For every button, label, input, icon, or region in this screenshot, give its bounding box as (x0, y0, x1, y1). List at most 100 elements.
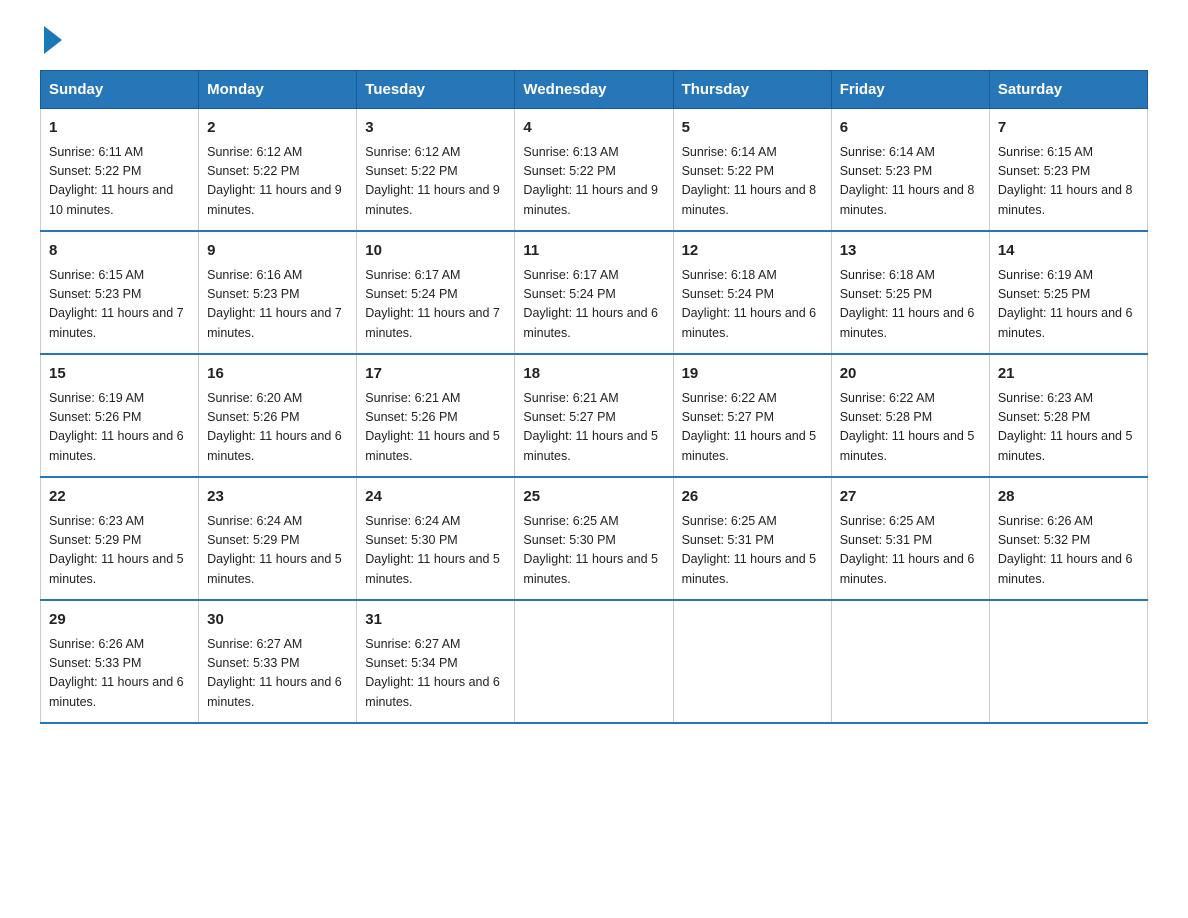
day-info: Sunrise: 6:23 AMSunset: 5:28 PMDaylight:… (998, 391, 1133, 463)
header-cell-saturday: Saturday (989, 71, 1147, 109)
day-cell: 15 Sunrise: 6:19 AMSunset: 5:26 PMDayligh… (41, 354, 199, 477)
day-cell: 4 Sunrise: 6:13 AMSunset: 5:22 PMDaylight… (515, 109, 673, 232)
day-cell: 27 Sunrise: 6:25 AMSunset: 5:31 PMDayligh… (831, 477, 989, 600)
day-number: 18 (523, 363, 664, 386)
day-number: 13 (840, 240, 981, 263)
day-cell: 2Sunrise: 6:12 AMSunset: 5:22 PMDaylight… (199, 109, 357, 232)
day-cell: 22 Sunrise: 6:23 AMSunset: 5:29 PMDayligh… (41, 477, 199, 600)
calendar-table: SundayMondayTuesdayWednesdayThursdayFrid… (40, 70, 1148, 724)
week-row-2: 8Sunrise: 6:15 AMSunset: 5:23 PMDaylight… (41, 231, 1148, 354)
day-info: Sunrise: 6:21 AMSunset: 5:27 PMDaylight:… (523, 391, 658, 463)
day-info: Sunrise: 6:27 AMSunset: 5:33 PMDaylight:… (207, 637, 342, 709)
day-number: 23 (207, 486, 348, 509)
day-info: Sunrise: 6:14 AMSunset: 5:23 PMDaylight:… (840, 145, 975, 217)
day-info: Sunrise: 6:25 AMSunset: 5:31 PMDaylight:… (840, 514, 975, 586)
day-number: 1 (49, 117, 190, 140)
header-cell-thursday: Thursday (673, 71, 831, 109)
day-cell: 17Sunrise: 6:21 AMSunset: 5:26 PMDayligh… (357, 354, 515, 477)
day-number: 20 (840, 363, 981, 386)
day-number: 5 (682, 117, 823, 140)
day-cell: 11 Sunrise: 6:17 AMSunset: 5:24 PMDayligh… (515, 231, 673, 354)
header-cell-tuesday: Tuesday (357, 71, 515, 109)
day-number: 11 (523, 240, 664, 263)
day-number: 22 (49, 486, 190, 509)
week-row-4: 22 Sunrise: 6:23 AMSunset: 5:29 PMDayligh… (41, 477, 1148, 600)
day-info: Sunrise: 6:18 AMSunset: 5:24 PMDaylight:… (682, 268, 817, 340)
day-info: Sunrise: 6:23 AMSunset: 5:29 PMDaylight:… (49, 514, 184, 586)
day-info: Sunrise: 6:26 AMSunset: 5:33 PMDaylight:… (49, 637, 184, 709)
day-cell: 8Sunrise: 6:15 AMSunset: 5:23 PMDaylight… (41, 231, 199, 354)
day-number: 19 (682, 363, 823, 386)
day-number: 12 (682, 240, 823, 263)
day-cell: 16 Sunrise: 6:20 AMSunset: 5:26 PMDayligh… (199, 354, 357, 477)
day-info: Sunrise: 6:14 AMSunset: 5:22 PMDaylight:… (682, 145, 817, 217)
day-cell: 28 Sunrise: 6:26 AMSunset: 5:32 PMDayligh… (989, 477, 1147, 600)
day-number: 2 (207, 117, 348, 140)
day-cell: 10 Sunrise: 6:17 AMSunset: 5:24 PMDayligh… (357, 231, 515, 354)
day-info: Sunrise: 6:24 AMSunset: 5:29 PMDaylight:… (207, 514, 342, 586)
day-info: Sunrise: 6:27 AMSunset: 5:34 PMDaylight:… (365, 637, 500, 709)
day-cell: 23 Sunrise: 6:24 AMSunset: 5:29 PMDayligh… (199, 477, 357, 600)
day-info: Sunrise: 6:15 AMSunset: 5:23 PMDaylight:… (49, 268, 184, 340)
day-cell: 9 Sunrise: 6:16 AMSunset: 5:23 PMDaylight… (199, 231, 357, 354)
day-number: 27 (840, 486, 981, 509)
day-cell: 24 Sunrise: 6:24 AMSunset: 5:30 PMDayligh… (357, 477, 515, 600)
day-info: Sunrise: 6:25 AMSunset: 5:30 PMDaylight:… (523, 514, 658, 586)
week-row-3: 15 Sunrise: 6:19 AMSunset: 5:26 PMDayligh… (41, 354, 1148, 477)
day-number: 6 (840, 117, 981, 140)
day-cell: 5 Sunrise: 6:14 AMSunset: 5:22 PMDaylight… (673, 109, 831, 232)
week-row-5: 29 Sunrise: 6:26 AMSunset: 5:33 PMDayligh… (41, 600, 1148, 723)
day-info: Sunrise: 6:20 AMSunset: 5:26 PMDaylight:… (207, 391, 342, 463)
day-cell: 12 Sunrise: 6:18 AMSunset: 5:24 PMDayligh… (673, 231, 831, 354)
calendar-header: SundayMondayTuesdayWednesdayThursdayFrid… (41, 71, 1148, 109)
day-number: 25 (523, 486, 664, 509)
day-number: 15 (49, 363, 190, 386)
day-info: Sunrise: 6:15 AMSunset: 5:23 PMDaylight:… (998, 145, 1133, 217)
day-cell: 18 Sunrise: 6:21 AMSunset: 5:27 PMDayligh… (515, 354, 673, 477)
day-cell: 1Sunrise: 6:11 AMSunset: 5:22 PMDaylight… (41, 109, 199, 232)
day-info: Sunrise: 6:24 AMSunset: 5:30 PMDaylight:… (365, 514, 500, 586)
day-number: 16 (207, 363, 348, 386)
calendar-body: 1Sunrise: 6:11 AMSunset: 5:22 PMDaylight… (41, 109, 1148, 724)
day-cell: 14Sunrise: 6:19 AMSunset: 5:25 PMDayligh… (989, 231, 1147, 354)
day-info: Sunrise: 6:26 AMSunset: 5:32 PMDaylight:… (998, 514, 1133, 586)
day-number: 3 (365, 117, 506, 140)
day-cell: 29 Sunrise: 6:26 AMSunset: 5:33 PMDayligh… (41, 600, 199, 723)
day-number: 9 (207, 240, 348, 263)
day-number: 30 (207, 609, 348, 632)
logo-arrow-icon (44, 26, 62, 54)
day-cell: 6 Sunrise: 6:14 AMSunset: 5:23 PMDaylight… (831, 109, 989, 232)
day-info: Sunrise: 6:18 AMSunset: 5:25 PMDaylight:… (840, 268, 975, 340)
day-info: Sunrise: 6:19 AMSunset: 5:26 PMDaylight:… (49, 391, 184, 463)
day-cell: 7 Sunrise: 6:15 AMSunset: 5:23 PMDaylight… (989, 109, 1147, 232)
header-cell-monday: Monday (199, 71, 357, 109)
day-number: 7 (998, 117, 1139, 140)
day-cell: 31Sunrise: 6:27 AMSunset: 5:34 PMDayligh… (357, 600, 515, 723)
day-number: 24 (365, 486, 506, 509)
day-number: 4 (523, 117, 664, 140)
week-row-1: 1Sunrise: 6:11 AMSunset: 5:22 PMDaylight… (41, 109, 1148, 232)
day-number: 29 (49, 609, 190, 632)
day-info: Sunrise: 6:13 AMSunset: 5:22 PMDaylight:… (523, 145, 658, 217)
page-header (40, 30, 1148, 50)
header-cell-wednesday: Wednesday (515, 71, 673, 109)
day-cell (673, 600, 831, 723)
day-cell: 13 Sunrise: 6:18 AMSunset: 5:25 PMDayligh… (831, 231, 989, 354)
day-info: Sunrise: 6:22 AMSunset: 5:28 PMDaylight:… (840, 391, 975, 463)
day-number: 28 (998, 486, 1139, 509)
day-number: 10 (365, 240, 506, 263)
day-cell (989, 600, 1147, 723)
day-cell: 21 Sunrise: 6:23 AMSunset: 5:28 PMDayligh… (989, 354, 1147, 477)
day-cell: 3Sunrise: 6:12 AMSunset: 5:22 PMDaylight… (357, 109, 515, 232)
day-number: 21 (998, 363, 1139, 386)
day-info: Sunrise: 6:17 AMSunset: 5:24 PMDaylight:… (365, 268, 500, 340)
day-cell (831, 600, 989, 723)
day-info: Sunrise: 6:17 AMSunset: 5:24 PMDaylight:… (523, 268, 658, 340)
day-info: Sunrise: 6:19 AMSunset: 5:25 PMDaylight:… (998, 268, 1133, 340)
day-info: Sunrise: 6:21 AMSunset: 5:26 PMDaylight:… (365, 391, 500, 463)
day-number: 26 (682, 486, 823, 509)
day-cell: 30 Sunrise: 6:27 AMSunset: 5:33 PMDayligh… (199, 600, 357, 723)
day-cell: 19Sunrise: 6:22 AMSunset: 5:27 PMDayligh… (673, 354, 831, 477)
day-cell: 26Sunrise: 6:25 AMSunset: 5:31 PMDayligh… (673, 477, 831, 600)
day-info: Sunrise: 6:16 AMSunset: 5:23 PMDaylight:… (207, 268, 342, 340)
